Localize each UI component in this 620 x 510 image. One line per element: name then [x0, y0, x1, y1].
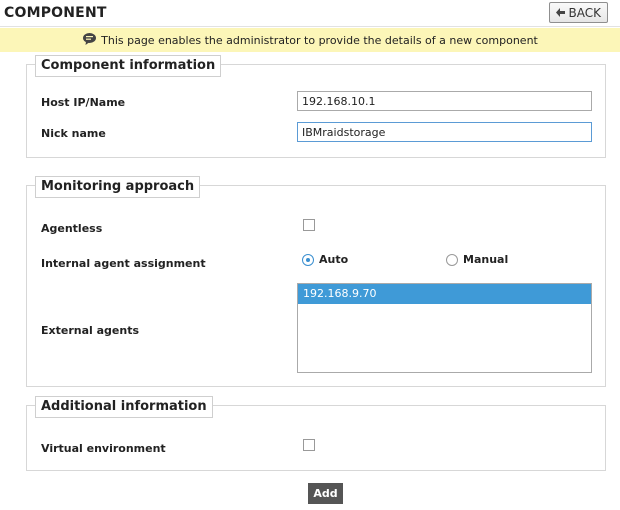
- monitoring-approach-panel: Monitoring approach Agentless Internal a…: [26, 176, 606, 387]
- additional-information-legend: Additional information: [35, 396, 213, 418]
- internal-agent-label: Internal agent assignment: [41, 257, 206, 270]
- radio-manual-control[interactable]: [446, 253, 458, 266]
- host-label: Host IP/Name: [41, 96, 126, 109]
- info-bubble-icon: [83, 33, 97, 45]
- external-agent-option[interactable]: 192.168.9.70: [298, 284, 591, 304]
- page-title: COMPONENT: [4, 5, 107, 21]
- info-notice: This page enables the administrator to p…: [0, 28, 620, 52]
- back-button[interactable]: BACK: [548, 2, 608, 23]
- radio-auto-control[interactable]: [302, 253, 314, 266]
- component-information-panel: Component information Host IP/Name Nick …: [26, 55, 606, 158]
- top-bar: COMPONENT BACK: [0, 0, 620, 27]
- external-agents-label: External agents: [41, 324, 140, 337]
- radio-auto-label: Auto: [319, 253, 349, 266]
- notice-text: This page enables the administrator to p…: [101, 33, 538, 47]
- radio-manual[interactable]: Manual: [446, 253, 508, 266]
- virtual-environment-label: Virtual environment: [41, 442, 166, 455]
- radio-manual-label: Manual: [463, 253, 509, 266]
- nick-name-label: Nick name: [41, 127, 106, 140]
- external-agents-list[interactable]: 192.168.9.70: [297, 283, 592, 373]
- virtual-environment-checkbox[interactable]: [303, 439, 315, 451]
- monitoring-approach-legend: Monitoring approach: [35, 176, 201, 198]
- component-information-legend: Component information: [35, 55, 222, 77]
- host-input[interactable]: [297, 91, 592, 111]
- back-arrow-icon: [555, 8, 565, 17]
- back-button-label: BACK: [568, 5, 601, 20]
- radio-auto[interactable]: Auto: [302, 253, 348, 266]
- add-button[interactable]: Add: [308, 483, 343, 504]
- agentless-label: Agentless: [41, 222, 103, 235]
- additional-information-panel: Additional information Virtual environme…: [26, 396, 606, 471]
- agentless-checkbox[interactable]: [303, 219, 315, 231]
- nick-name-input[interactable]: [297, 122, 592, 142]
